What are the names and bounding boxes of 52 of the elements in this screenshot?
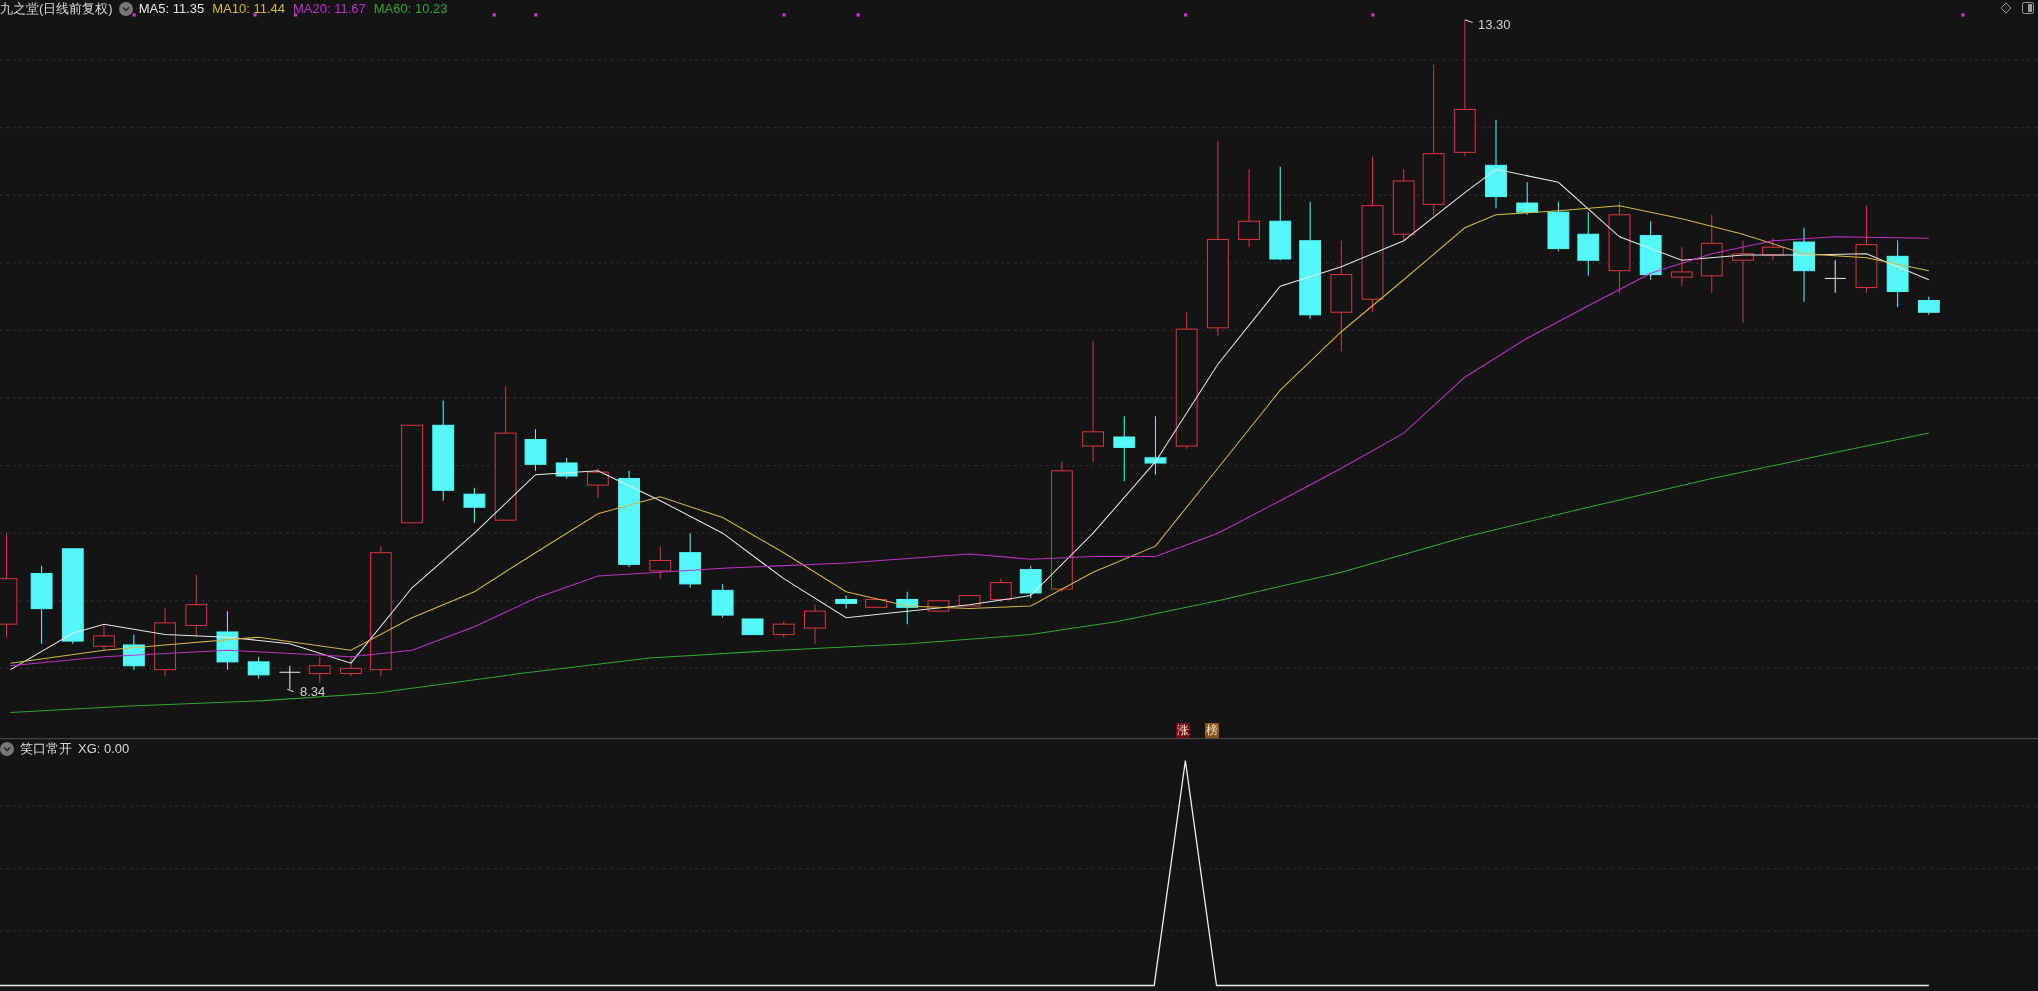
candlestick [1670,246,1693,287]
candlestick [154,608,176,677]
dropdown-icon[interactable] [118,2,133,16]
candlestick [772,621,795,638]
indicator-name: 笑口常开 [20,740,72,759]
moving-average-value: MA5: 11.35 [138,0,205,19]
candlestick [278,665,301,690]
candlestick [711,583,734,619]
low-price-label: 8.34 [300,683,326,701]
candlestick [1761,237,1784,261]
candlestick [1639,220,1662,281]
candlestick [835,595,858,610]
candlestick [1824,259,1847,294]
candlestick [1886,240,1909,308]
candlestick [247,656,270,680]
candlestick [555,457,578,480]
candlestick [122,634,145,671]
panel-toggle-icon[interactable] [2022,2,2034,14]
indicator-reading: XG: 0.00 [78,740,130,759]
candlestick [741,618,764,636]
dropdown-icon[interactable] [0,742,14,756]
candlestick [586,467,609,499]
candlestick [1547,201,1570,252]
high-price-label: 13.30 [1478,16,1511,34]
candlestick [989,578,1012,603]
candlestick [463,487,486,524]
candlestick [185,574,208,638]
candlestick [93,623,115,651]
candlestick [1516,181,1539,216]
moving-average-value: MA10: 11.44 [212,0,285,19]
signal-badge: 榜 [1205,723,1219,738]
chart-title: 九之堂(日线前复权) [0,0,113,19]
candlestick [958,595,981,607]
candlestick [1144,415,1167,476]
candlestick [1019,565,1042,599]
candlestick [1113,415,1136,482]
candlestick [216,610,239,671]
candlestick [649,545,672,580]
candlestick [524,428,547,472]
candlestick [1577,211,1600,277]
moving-average-value: MA60: 10.23 [373,0,448,19]
diamond-icon[interactable] [2000,2,2012,14]
candlestick [308,656,331,684]
moving-average-value: MA20: 11.67 [292,0,366,19]
candlestick [679,532,702,589]
candlestick [1917,296,1940,316]
candlestick [865,598,887,608]
candlestick [804,604,826,645]
candlestick [340,656,362,677]
candlestick [896,591,919,625]
candlestick [927,600,950,612]
signal-badge: 涨 [1176,723,1190,738]
